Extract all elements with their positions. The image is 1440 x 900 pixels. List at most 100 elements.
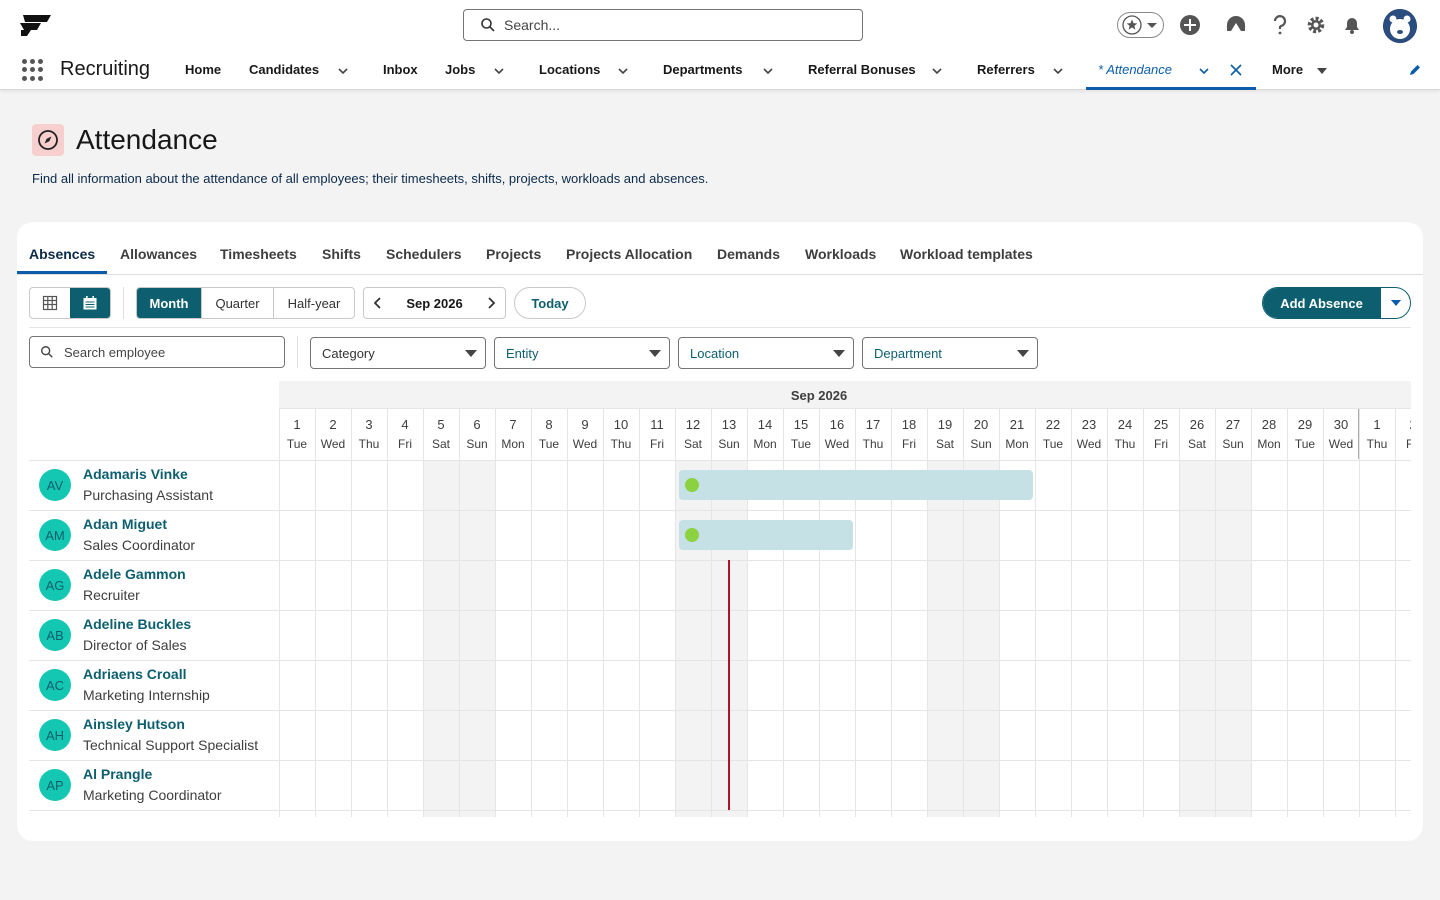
nav-item-attendance[interactable]: * Attendance: [1086, 50, 1256, 90]
tab-projects-allocation[interactable]: Projects Allocation: [566, 246, 692, 262]
department-filter-select[interactable]: Department: [862, 337, 1038, 369]
page-description: Find all information about the attendanc…: [32, 171, 709, 186]
day-weekday: Mon: [1257, 437, 1281, 451]
tab-schedulers[interactable]: Schedulers: [386, 246, 461, 262]
nav-item-home[interactable]: Home: [185, 62, 221, 77]
active-tab-indicator: [17, 271, 107, 274]
row-divider: [29, 810, 1411, 811]
chevron-down-icon[interactable]: [1198, 65, 1210, 77]
tab-demands[interactable]: Demands: [717, 246, 780, 262]
employee-name-link[interactable]: Adamaris Vinke: [83, 466, 188, 482]
close-tab-icon[interactable]: [1230, 64, 1242, 76]
nav-item-more[interactable]: More: [1272, 62, 1303, 77]
tab-timesheets[interactable]: Timesheets: [220, 246, 297, 262]
favorites-button[interactable]: [1117, 12, 1164, 38]
nav-item-referral-bonuses[interactable]: Referral Bonuses: [808, 62, 916, 77]
day-number: 25: [1153, 417, 1169, 432]
employee-search-input[interactable]: Search employee: [29, 336, 285, 368]
employee-name-link[interactable]: Ainsley Hutson: [83, 716, 185, 732]
category-filter-select[interactable]: Category: [310, 337, 486, 369]
chevron-down-icon[interactable]: [493, 65, 505, 77]
search-icon: [41, 346, 53, 358]
employee-role: Recruiter: [83, 587, 140, 603]
tab-allowances[interactable]: Allowances: [120, 246, 197, 262]
setup-gear-icon[interactable]: [1305, 14, 1327, 36]
chevron-down-icon[interactable]: [931, 65, 943, 77]
employee-role: Sales Coordinator: [83, 537, 196, 553]
day-number: 4: [401, 417, 409, 432]
nav-item-referrers[interactable]: Referrers: [977, 62, 1035, 77]
bell-icon[interactable]: [1341, 14, 1363, 36]
chevron-down-icon[interactable]: [337, 65, 349, 77]
absence-calendar-grid: Sep 2026 1 Tue 2 Wed 3 Thu 4 Fri 5 Sat 6 Sun 7 Mon 8 Tu…: [29, 381, 1411, 817]
table-view-button[interactable]: [30, 288, 70, 318]
day-weekday: Wed: [572, 437, 598, 451]
employee-name-link[interactable]: Adriaens Croall: [83, 666, 186, 682]
employee-name-link[interactable]: Adan Miguet: [83, 516, 167, 532]
period-quarter-button[interactable]: Quarter: [202, 288, 274, 318]
add-absence-button[interactable]: Add Absence: [1263, 288, 1380, 318]
today-button[interactable]: Today: [514, 287, 586, 319]
day-column: [1359, 409, 1395, 817]
tab-projects[interactable]: Projects: [486, 246, 541, 262]
trailhead-icon[interactable]: [1225, 14, 1247, 36]
chevron-down-icon[interactable]: [617, 65, 629, 77]
absence-category-icon: [685, 478, 699, 492]
day-column: [279, 409, 315, 817]
nav-item-candidates[interactable]: Candidates: [249, 62, 319, 77]
tab-shifts[interactable]: Shifts: [322, 246, 361, 262]
chevron-down-icon[interactable]: [1316, 65, 1328, 77]
employee-name-link[interactable]: Adeline Buckles: [83, 616, 191, 632]
app-launcher-icon[interactable]: [22, 59, 44, 81]
period-half-year-button[interactable]: Half-year: [274, 288, 354, 318]
location-filter-select[interactable]: Location: [678, 337, 854, 369]
day-weekday: Sat: [683, 437, 702, 451]
employee-name-link[interactable]: Al Prangle: [83, 766, 152, 782]
help-icon[interactable]: [1269, 14, 1291, 36]
chevron-down-icon: [1390, 300, 1401, 306]
day-number: 1: [1373, 417, 1381, 432]
tab-workloads[interactable]: Workloads: [805, 246, 876, 262]
absence-bar[interactable]: [679, 520, 853, 550]
add-absence-menu-button[interactable]: [1380, 288, 1410, 318]
chevron-down-icon: [1147, 23, 1157, 28]
employee-role: Purchasing Assistant: [83, 487, 213, 503]
edit-nav-pencil-icon[interactable]: [1408, 63, 1422, 77]
nav-item-inbox[interactable]: Inbox: [383, 62, 418, 77]
chevron-right-icon[interactable]: [485, 297, 497, 309]
day-weekday: Tue: [538, 437, 560, 451]
day-number: 10: [613, 417, 629, 432]
nav-item-locations[interactable]: Locations: [539, 62, 600, 77]
day-column: [675, 460, 711, 817]
chevron-down-icon[interactable]: [762, 65, 774, 77]
day-weekday: Sat: [431, 437, 450, 451]
absence-bar[interactable]: [679, 470, 1033, 500]
chevron-down-icon[interactable]: [1052, 65, 1064, 77]
day-column: [495, 409, 531, 817]
chevron-left-icon[interactable]: [372, 297, 384, 309]
app-logo-icon[interactable]: [17, 13, 55, 37]
add-icon[interactable]: [1179, 14, 1201, 36]
day-column: [1287, 409, 1323, 817]
day-weekday: Sat: [935, 437, 954, 451]
global-search-input[interactable]: Search...: [463, 9, 863, 41]
entity-filter-select[interactable]: Entity: [494, 337, 670, 369]
tab-workload-templates[interactable]: Workload templates: [900, 246, 1033, 262]
star-icon: [1122, 15, 1142, 35]
employee-name-link[interactable]: Adele Gammon: [83, 566, 186, 582]
calendar-view-button[interactable]: [70, 288, 110, 318]
nav-item-jobs[interactable]: Jobs: [445, 62, 475, 77]
period-month-button[interactable]: Month: [137, 288, 202, 318]
day-number: 26: [1189, 417, 1205, 432]
tab-absences[interactable]: Absences: [29, 246, 95, 262]
day-weekday: Sun: [466, 437, 488, 451]
employee-avatar: AB: [39, 619, 71, 651]
day-number: 1: [293, 417, 301, 432]
employee-search-placeholder: Search employee: [64, 344, 166, 360]
employee-role: Director of Sales: [83, 637, 187, 653]
nav-item-departments[interactable]: Departments: [663, 62, 742, 77]
day-number: 30: [1333, 417, 1349, 432]
user-avatar[interactable]: [1383, 9, 1417, 43]
global-header: Search...: [0, 0, 1440, 50]
day-column: [1143, 409, 1179, 817]
